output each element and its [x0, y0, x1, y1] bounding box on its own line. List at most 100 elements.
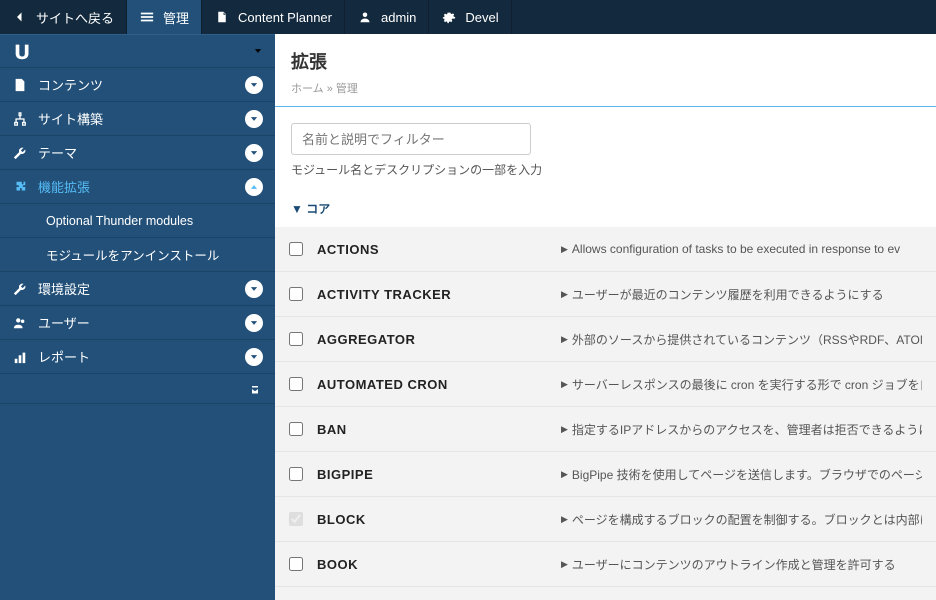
- module-description-text: 指定するIPアドレスからのアクセスを、管理者は拒否できるようにな: [572, 421, 922, 438]
- module-row: BOOK ▶ ユーザーにコンテンツのアウトライン作成と管理を許可する: [275, 542, 936, 587]
- puzzle-icon: [12, 179, 28, 195]
- topbar: サイトへ戻る 管理 Content Planner admin Devel: [0, 0, 936, 34]
- wrench-icon: [12, 145, 28, 161]
- sidebar-label: テーマ: [38, 143, 77, 162]
- chevron-down-icon: [245, 314, 263, 332]
- module-description-text: BigPipe 技術を使用してページを送信します。ブラウザでのページ表: [572, 466, 922, 483]
- sidebar-item-content[interactable]: コンテンツ: [0, 68, 275, 102]
- triangle-right-icon: ▶: [561, 379, 568, 390]
- chevron-down-icon: [253, 44, 263, 59]
- module-description-text: Allows configuration of tasks to be exec…: [572, 242, 900, 256]
- module-description[interactable]: ▶ BigPipe 技術を使用してページを送信します。ブラウザでのページ表: [561, 466, 922, 483]
- triangle-right-icon: ▶: [561, 334, 568, 345]
- sidebar: コンテンツ サイト構築 テーマ 機能拡張 Optional Thunder mo…: [0, 34, 275, 600]
- hamburger-icon: [139, 9, 155, 25]
- sidebar-item-theme[interactable]: テーマ: [0, 136, 275, 170]
- devel-label: Devel: [465, 10, 498, 25]
- module-description-text: 外部のソースから提供されているコンテンツ（RSSやRDF、ATOMフ: [572, 331, 922, 348]
- admin-user-link[interactable]: admin: [345, 0, 429, 34]
- user-icon: [357, 9, 373, 25]
- module-description[interactable]: ▶ ページを構成するブロックの配置を制御する。ブロックとは内部に: [561, 511, 922, 528]
- sidebar-sub-optional-thunder[interactable]: Optional Thunder modules: [0, 204, 275, 238]
- sidebar-item-extend[interactable]: 機能拡張: [0, 170, 275, 204]
- main-content: 拡張 ホーム » 管理 モジュール名とデスクリプションの一部を入力 ▼ コア A…: [275, 34, 936, 600]
- module-name[interactable]: AGGREGATOR: [317, 332, 547, 347]
- manage-tab[interactable]: 管理: [127, 0, 202, 34]
- planner-label: Content Planner: [238, 10, 332, 25]
- breadcrumb-home[interactable]: ホーム: [291, 83, 324, 95]
- chevron-down-icon: [245, 348, 263, 366]
- breadcrumb-manage[interactable]: 管理: [336, 83, 358, 95]
- breadcrumb: ホーム » 管理: [275, 80, 936, 107]
- module-description[interactable]: ▶ サーバーレスポンスの最後に cron を実行する形で cron ジョブを自: [561, 376, 922, 393]
- sitemap-icon: [12, 111, 28, 127]
- sidebar-label: サイト構築: [38, 109, 103, 128]
- chevron-left-icon: [12, 9, 28, 25]
- module-checkbox[interactable]: [289, 557, 303, 571]
- module-description[interactable]: ▶ ユーザーにコンテンツのアウトライン作成と管理を許可する: [561, 556, 896, 573]
- module-name[interactable]: BLOCK: [317, 512, 547, 527]
- breadcrumb-sep: »: [324, 83, 336, 95]
- module-description-text: ユーザーが最近のコンテンツ履歴を利用できるようにする: [572, 286, 884, 303]
- sidebar-item-reports[interactable]: レポート: [0, 340, 275, 374]
- sidebar-logo-row[interactable]: [0, 34, 275, 68]
- sidebar-label: 機能拡張: [38, 177, 90, 196]
- chevron-down-icon: [245, 280, 263, 298]
- module-description-text: ユーザーにコンテンツのアウトライン作成と管理を許可する: [572, 556, 896, 573]
- devel-link[interactable]: Devel: [429, 0, 511, 34]
- sidebar-item-structure[interactable]: サイト構築: [0, 102, 275, 136]
- module-description[interactable]: ▶ Allows configuration of tasks to be ex…: [561, 242, 900, 256]
- users-icon: [12, 315, 28, 331]
- filter-section: モジュール名とデスクリプションの一部を入力: [275, 107, 936, 184]
- sidebar-item-users[interactable]: ユーザー: [0, 306, 275, 340]
- chevron-down-icon: [245, 110, 263, 128]
- module-checkbox[interactable]: [289, 422, 303, 436]
- filter-hint: モジュール名とデスクリプションの一部を入力: [291, 161, 920, 178]
- module-description[interactable]: ▶ ユーザーが最近のコンテンツ履歴を利用できるようにする: [561, 286, 884, 303]
- module-description-text: サーバーレスポンスの最後に cron を実行する形で cron ジョブを自: [572, 376, 922, 393]
- triangle-right-icon: ▶: [561, 469, 568, 480]
- chart-bar-icon: [12, 349, 28, 365]
- sidebar-collapse-toggle[interactable]: [0, 374, 275, 404]
- triangle-right-icon: ▶: [561, 289, 568, 300]
- admin-label: admin: [381, 10, 416, 25]
- chevron-down-icon: [245, 144, 263, 162]
- module-checkbox[interactable]: [289, 332, 303, 346]
- sidebar-sub-uninstall[interactable]: モジュールをアンインストール: [0, 238, 275, 272]
- filter-input[interactable]: [291, 123, 531, 155]
- manage-label: 管理: [163, 8, 189, 27]
- module-name[interactable]: BIGPIPE: [317, 467, 547, 482]
- module-row: AUTOMATED CRON ▶ サーバーレスポンスの最後に cron を実行する…: [275, 362, 936, 407]
- module-row: AGGREGATOR ▶ 外部のソースから提供されているコンテンツ（RSSやRDF…: [275, 317, 936, 362]
- module-description[interactable]: ▶ 外部のソースから提供されているコンテンツ（RSSやRDF、ATOMフ: [561, 331, 922, 348]
- module-row: BREAKPOINT▶ レスポンシブデザイン用のブレークポイントおよびブレークポ…: [275, 587, 936, 600]
- sidebar-label: 環境設定: [38, 279, 90, 298]
- module-description-text: ページを構成するブロックの配置を制御する。ブロックとは内部に: [572, 511, 922, 528]
- module-checkbox[interactable]: [289, 467, 303, 481]
- page-title: 拡張: [275, 34, 936, 80]
- triangle-right-icon: ▶: [561, 514, 568, 525]
- back-to-site-link[interactable]: サイトへ戻る: [0, 0, 127, 34]
- sidebar-sub-label: Optional Thunder modules: [46, 214, 193, 228]
- content-planner-link[interactable]: Content Planner: [202, 0, 345, 34]
- module-checkbox[interactable]: [289, 242, 303, 256]
- module-name[interactable]: BAN: [317, 422, 547, 437]
- module-checkbox[interactable]: [289, 377, 303, 391]
- sidebar-item-config[interactable]: 環境設定: [0, 272, 275, 306]
- module-name[interactable]: BOOK: [317, 557, 547, 572]
- triangle-right-icon: ▶: [561, 244, 568, 255]
- module-description[interactable]: ▶ 指定するIPアドレスからのアクセスを、管理者は拒否できるようにな: [561, 421, 922, 438]
- module-checkbox[interactable]: [289, 287, 303, 301]
- module-name[interactable]: ACTIVITY TRACKER: [317, 287, 547, 302]
- sidebar-label: ユーザー: [38, 313, 90, 332]
- module-name[interactable]: AUTOMATED CRON: [317, 377, 547, 392]
- module-row: BIGPIPE ▶ BigPipe 技術を使用してページを送信します。ブラウザでの…: [275, 452, 936, 497]
- module-row: ACTIVITY TRACKER ▶ ユーザーが最近のコンテンツ履歴を利用できるよ…: [275, 272, 936, 317]
- document-icon: [214, 9, 230, 25]
- section-core-toggle[interactable]: ▼ コア: [275, 184, 936, 227]
- document-icon: [12, 77, 28, 93]
- module-name[interactable]: ACTIONS: [317, 242, 547, 257]
- back-label: サイトへ戻る: [36, 8, 114, 27]
- triangle-right-icon: ▶: [561, 559, 568, 570]
- chevron-up-icon: [245, 178, 263, 196]
